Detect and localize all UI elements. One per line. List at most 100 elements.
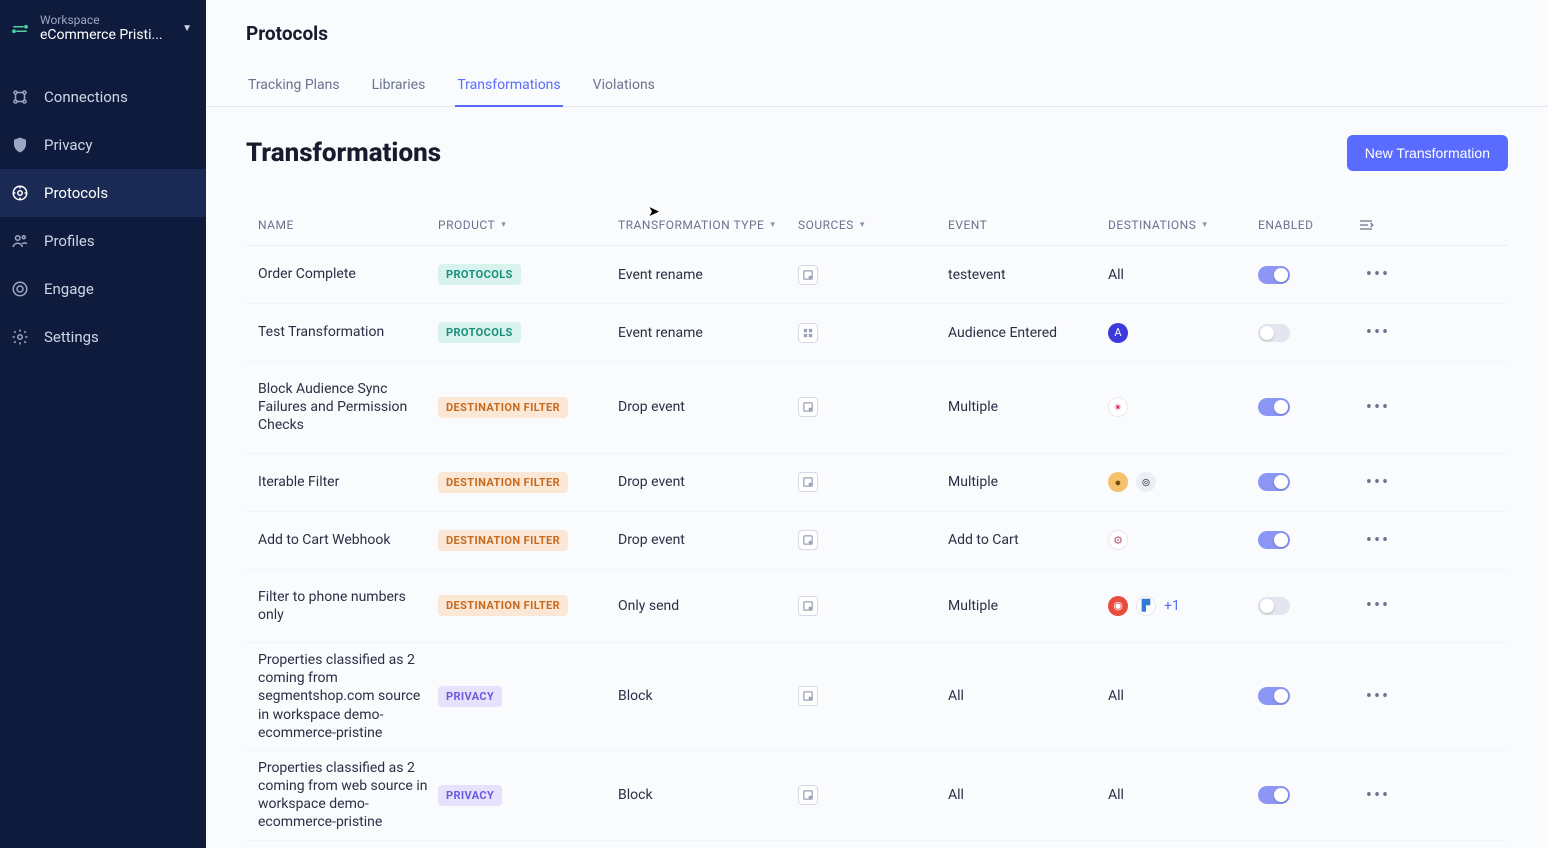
- col-sources[interactable]: SOURCES▾: [798, 218, 948, 232]
- table-row[interactable]: Properties classified as 2 coming from w…: [246, 751, 1508, 841]
- enabled-toggle[interactable]: [1258, 473, 1290, 491]
- cell-transformation-type: Drop event: [618, 399, 798, 415]
- product-badge: DESTINATION FILTER: [438, 530, 568, 551]
- table-row[interactable]: Order CompletePROTOCOLSEvent renameteste…: [246, 246, 1508, 304]
- destination-icon: ◉: [1108, 596, 1128, 616]
- cell-event: Multiple: [948, 598, 1108, 614]
- chevron-down-icon: ▼: [182, 23, 192, 34]
- segment-logo-icon: [10, 19, 30, 39]
- cell-enabled: [1258, 786, 1358, 804]
- destinations-more[interactable]: +1: [1164, 598, 1180, 614]
- table-settings-button[interactable]: [1358, 217, 1398, 233]
- sidebar-item-label: Connections: [44, 88, 128, 106]
- col-enabled[interactable]: ENABLED: [1258, 218, 1358, 232]
- product-badge: PROTOCOLS: [438, 264, 521, 285]
- table-row[interactable]: Test TransformationPROTOCOLSEvent rename…: [246, 304, 1508, 362]
- destinations-all: All: [1108, 688, 1124, 704]
- cell-transformation-type: Block: [618, 688, 798, 704]
- table-row[interactable]: Properties classified as 2 coming from s…: [246, 643, 1508, 751]
- protocols-icon: [10, 183, 30, 203]
- cell-enabled: [1258, 266, 1358, 284]
- cell-name: Block Audience Sync Failures and Permiss…: [258, 380, 438, 435]
- tab-libraries[interactable]: Libraries: [370, 67, 428, 107]
- workspace-switcher[interactable]: Workspace eCommerce Pristi... ▼: [0, 6, 206, 57]
- section: Transformations New Transformation NAME …: [206, 107, 1548, 848]
- cell-product: PRIVACY: [438, 785, 618, 806]
- sidebar-item-label: Engage: [44, 280, 94, 298]
- enabled-toggle[interactable]: [1258, 687, 1290, 705]
- cell-sources: [798, 530, 948, 550]
- row-actions-button[interactable]: •••: [1358, 322, 1398, 343]
- cell-enabled: [1258, 597, 1358, 615]
- row-actions-button[interactable]: •••: [1358, 264, 1398, 285]
- enabled-toggle[interactable]: [1258, 597, 1290, 615]
- row-actions-button[interactable]: •••: [1358, 785, 1398, 806]
- product-badge: PROTOCOLS: [438, 322, 521, 343]
- workspace-label: Workspace: [40, 14, 172, 27]
- row-actions-button[interactable]: •••: [1358, 472, 1398, 493]
- source-icon: [798, 530, 818, 550]
- enabled-toggle[interactable]: [1258, 398, 1290, 416]
- cell-transformation-type: Only send: [618, 598, 798, 614]
- col-destinations[interactable]: DESTINATIONS▾: [1108, 218, 1258, 232]
- product-badge: PRIVACY: [438, 785, 502, 806]
- tab-transformations[interactable]: Transformations: [455, 67, 562, 107]
- cell-destinations: All: [1108, 688, 1258, 704]
- cell-product: DESTINATION FILTER: [438, 530, 618, 551]
- new-transformation-button[interactable]: New Transformation: [1347, 135, 1508, 171]
- table-row[interactable]: Add to Cart WebhookDESTINATION FILTERDro…: [246, 512, 1508, 570]
- col-name[interactable]: NAME: [258, 218, 438, 232]
- table-row[interactable]: Iterable FilterDESTINATION FILTERDrop ev…: [246, 454, 1508, 512]
- product-badge: DESTINATION FILTER: [438, 472, 568, 493]
- sidebar-item-engage[interactable]: Engage: [0, 265, 206, 313]
- enabled-toggle[interactable]: [1258, 324, 1290, 342]
- sidebar-item-settings[interactable]: Settings: [0, 313, 206, 361]
- cell-event: All: [948, 787, 1108, 803]
- tab-tracking-plans[interactable]: Tracking Plans: [246, 67, 342, 107]
- row-actions-button[interactable]: •••: [1358, 686, 1398, 707]
- cell-name: Order Complete: [258, 265, 438, 283]
- cell-sources: [798, 686, 948, 706]
- transformations-table: NAME PRODUCT▾ TRANSFORMATION TYPE▾ SOURC…: [246, 205, 1508, 841]
- source-icon: [798, 596, 818, 616]
- row-actions-button[interactable]: •••: [1358, 397, 1398, 418]
- cell-product: DESTINATION FILTER: [438, 397, 618, 418]
- tab-violations[interactable]: Violations: [591, 67, 657, 107]
- enabled-toggle[interactable]: [1258, 266, 1290, 284]
- destination-icon: ⚙: [1108, 530, 1128, 550]
- source-icon: [798, 323, 818, 343]
- workspace-name: eCommerce Pristi...: [40, 27, 172, 43]
- cell-name: Filter to phone numbers only: [258, 588, 438, 624]
- destinations-all: All: [1108, 267, 1124, 283]
- cell-event: Audience Entered: [948, 325, 1108, 341]
- sidebar-item-protocols[interactable]: Protocols: [0, 169, 206, 217]
- main: Protocols Tracking PlansLibrariesTransfo…: [206, 0, 1548, 848]
- sidebar-item-privacy[interactable]: Privacy: [0, 121, 206, 169]
- cell-event: Multiple: [948, 474, 1108, 490]
- cell-event: Multiple: [948, 399, 1108, 415]
- destination-icon: ▛: [1136, 596, 1156, 616]
- row-actions-button[interactable]: •••: [1358, 530, 1398, 551]
- cell-sources: [798, 323, 948, 343]
- engage-icon: [10, 279, 30, 299]
- source-icon: [798, 686, 818, 706]
- cell-event: All: [948, 688, 1108, 704]
- page-title: Protocols: [246, 22, 1508, 45]
- source-icon: [798, 265, 818, 285]
- destinations-all: All: [1108, 787, 1124, 803]
- cell-product: DESTINATION FILTER: [438, 472, 618, 493]
- col-event[interactable]: EVENT: [948, 218, 1108, 232]
- table-row[interactable]: Filter to phone numbers onlyDESTINATION …: [246, 570, 1508, 643]
- sidebar-item-profiles[interactable]: Profiles: [0, 217, 206, 265]
- enabled-toggle[interactable]: [1258, 531, 1290, 549]
- row-actions-button[interactable]: •••: [1358, 595, 1398, 616]
- cell-sources: [798, 472, 948, 492]
- table-row[interactable]: Block Audience Sync Failures and Permiss…: [246, 362, 1508, 454]
- col-transformation-type[interactable]: TRANSFORMATION TYPE▾: [618, 218, 798, 232]
- cell-destinations: A: [1108, 323, 1258, 343]
- sidebar-item-connections[interactable]: Connections: [0, 73, 206, 121]
- col-product[interactable]: PRODUCT▾: [438, 218, 618, 232]
- cell-transformation-type: Event rename: [618, 325, 798, 341]
- enabled-toggle[interactable]: [1258, 786, 1290, 804]
- destination-icon: A: [1108, 323, 1128, 343]
